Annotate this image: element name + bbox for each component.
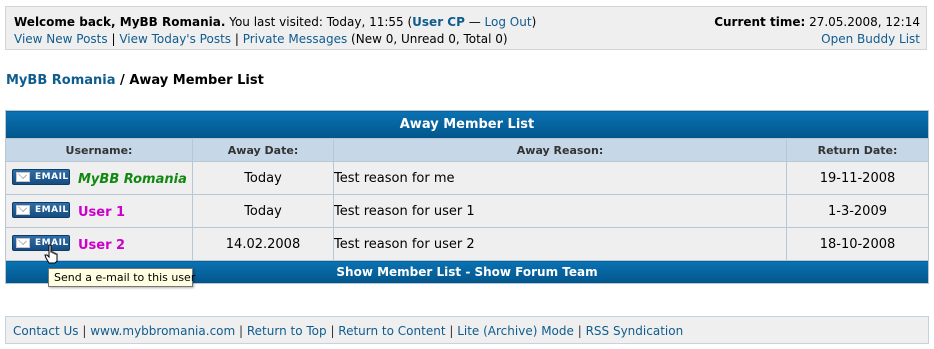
return-date-cell: 1-3-2009 — [786, 194, 929, 228]
show-member-list-link[interactable]: Show Member List — [336, 265, 461, 279]
return-to-top-link[interactable]: Return to Top — [247, 324, 327, 338]
email-button[interactable]: EMAIL — [12, 235, 70, 251]
last-visited-text: You last visited: Today, 11:55 ( — [225, 15, 413, 29]
email-button-label: EMAIL — [35, 205, 69, 215]
welcome-greeting: Welcome back, MyBB Romania. — [14, 15, 226, 29]
footer-links: Contact Us | www.mybbromania.com | Retur… — [13, 324, 683, 338]
pm-counts: (New 0, Unread 0, Total 0) — [347, 32, 508, 46]
show-forum-team-link[interactable]: Show Forum Team — [474, 265, 597, 279]
private-messages-link[interactable]: Private Messages — [243, 32, 348, 46]
username-cell: EMAIL User 2 — [5, 227, 193, 261]
away-date-cell: Today — [192, 194, 334, 228]
header-away-reason: Away Reason: — [333, 138, 787, 162]
email-tooltip: Send a e-mail to this user — [48, 268, 195, 287]
return-date-cell: 19-11-2008 — [786, 161, 929, 195]
username-link[interactable]: MyBB Romania — [78, 172, 187, 187]
footer-bar: Contact Us | www.mybbromania.com | Retur… — [5, 316, 929, 344]
site-link[interactable]: www.mybbromania.com — [90, 324, 235, 338]
table-title: Away Member List — [5, 110, 929, 139]
email-button[interactable]: EMAIL — [12, 169, 70, 185]
username-cell: EMAIL User 1 — [5, 194, 193, 228]
user-cp-link[interactable]: User CP — [412, 15, 465, 29]
envelope-icon — [16, 238, 30, 248]
current-time-value: 27.05.2008, 12:14 — [805, 15, 920, 29]
breadcrumb-current: Away Member List — [129, 73, 264, 88]
hand-cursor-icon — [44, 244, 58, 264]
username-cell: EMAIL MyBB Romania — [5, 161, 193, 195]
welcome-panel: Welcome back, MyBB Romania. You last vis… — [5, 6, 927, 50]
welcome-right: Current time: 27.05.2008, 12:14 Open Bud… — [714, 14, 920, 48]
away-reason-cell: Test reason for user 1 — [333, 194, 787, 228]
close-paren: ) — [531, 15, 537, 29]
footer-separator: | — [326, 324, 339, 338]
footer-separator: | — [235, 324, 247, 338]
current-time-label: Current time: — [714, 15, 806, 29]
welcome-left: Welcome back, MyBB Romania. You last vis… — [14, 15, 537, 46]
header-username: Username: — [5, 138, 193, 162]
envelope-icon — [16, 172, 30, 182]
away-date-cell: Today — [192, 161, 334, 195]
away-date-cell: 14.02.2008 — [192, 227, 334, 261]
email-button-label: EMAIL — [35, 172, 69, 182]
header-away-date: Away Date: — [192, 138, 334, 162]
breadcrumb-home-link[interactable]: MyBB Romania — [6, 73, 116, 88]
contact-us-link[interactable]: Contact Us — [13, 324, 79, 338]
return-date-cell: 18-10-2008 — [786, 227, 929, 261]
email-button[interactable]: EMAIL — [12, 202, 70, 218]
view-new-posts-link[interactable]: View New Posts — [14, 32, 108, 46]
away-reason-cell: Test reason for user 2 — [333, 227, 787, 261]
breadcrumb-separator: / — [115, 73, 130, 88]
away-reason-cell: Test reason for me — [333, 161, 787, 195]
view-todays-posts-link[interactable]: View Today's Posts — [119, 32, 231, 46]
return-to-content-link[interactable]: Return to Content — [338, 324, 445, 338]
open-buddy-list-link[interactable]: Open Buddy List — [821, 32, 920, 46]
footer-separator: | — [78, 324, 91, 338]
footer-separator: | — [573, 324, 586, 338]
log-out-link[interactable]: Log Out — [485, 15, 532, 29]
breadcrumb: MyBB Romania / Away Member List — [6, 73, 264, 88]
rss-link[interactable]: RSS Syndication — [586, 324, 684, 338]
table-row: EMAIL User 1 Today Test reason for user … — [5, 194, 929, 228]
username-link[interactable]: User 1 — [78, 205, 125, 220]
dash-separator: — — [464, 15, 485, 29]
footer-separator: | — [445, 324, 458, 338]
table-row: EMAIL MyBB Romania Today Test reason for… — [5, 161, 929, 195]
header-return-date: Return Date: — [786, 138, 929, 162]
username-link[interactable]: User 2 — [78, 238, 125, 253]
envelope-icon — [16, 205, 30, 215]
lite-mode-link[interactable]: Lite (Archive) Mode — [457, 324, 574, 338]
table-row: EMAIL User 2 14.02.2008 Test reason for … — [5, 227, 929, 261]
footer-dash: - — [461, 265, 475, 279]
away-member-table: Away Member List Username: Away Date: Aw… — [5, 110, 929, 284]
